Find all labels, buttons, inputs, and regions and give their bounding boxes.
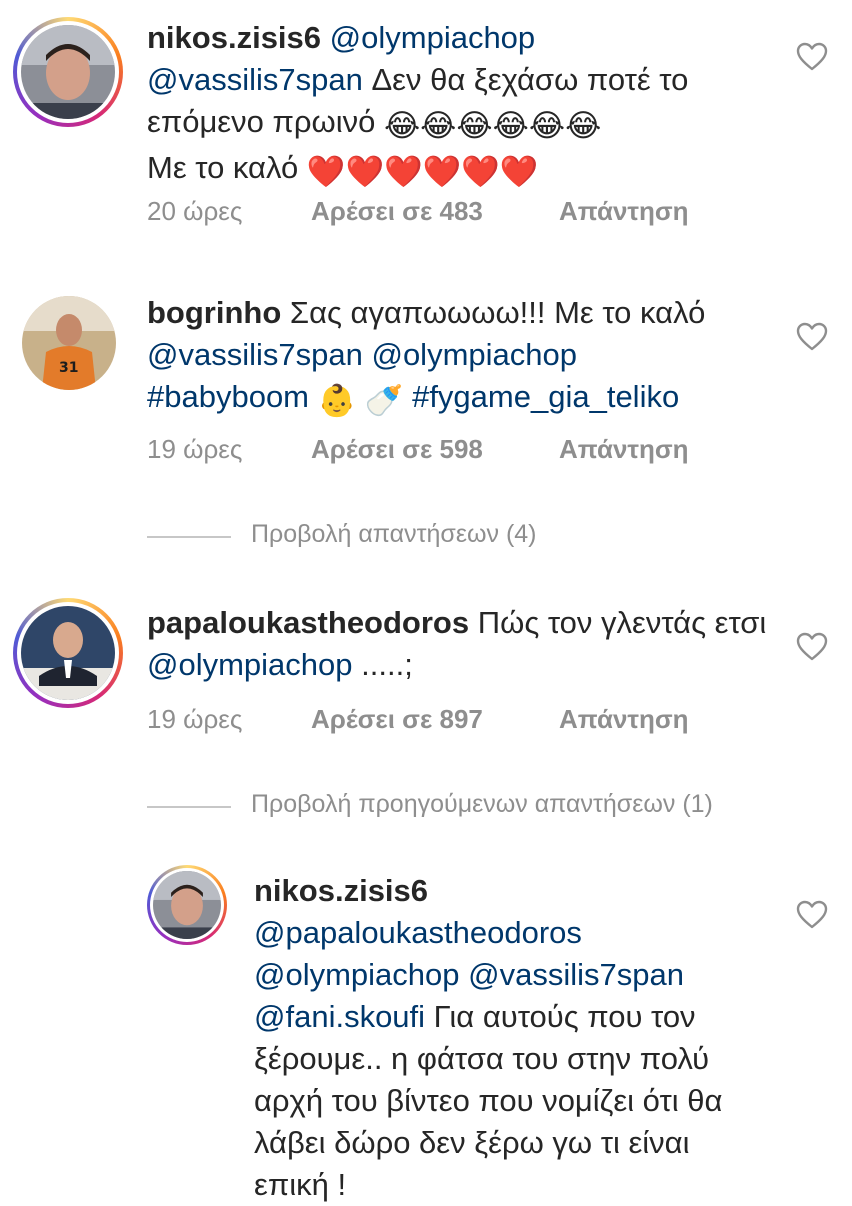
view-previous-replies-label: Προβολή προηγούμενων απαντήσεων (1)	[251, 790, 713, 818]
reply-button[interactable]: Απάντηση	[559, 196, 689, 227]
divider-line	[147, 806, 231, 808]
reply-text: nikos.zisis6 @papaloukastheodoros @olymp…	[254, 870, 754, 1206]
mention-link[interactable]: @olympiachop	[371, 337, 577, 372]
emoji-hearts: ❤️❤️❤️❤️❤️❤️	[306, 154, 539, 189]
mention-link[interactable]: @vassilis7span	[147, 62, 363, 97]
likes-count[interactable]: Αρέσει σε 897	[311, 704, 483, 735]
heart-outline-icon[interactable]	[796, 632, 828, 662]
hashtag-link[interactable]: #babyboom	[147, 379, 309, 414]
mention-link[interactable]: @papaloukastheodoros	[254, 915, 582, 950]
comment-text: papaloukastheodoros Πώς τον γλεντάς ετσι…	[147, 602, 767, 686]
emoji-baby-bottle: 👶 🍼	[317, 383, 404, 418]
avatar[interactable]	[13, 598, 123, 708]
comment-time: 20 ώρες	[147, 196, 243, 226]
comment-body: Πώς τον γλεντάς ετσι	[469, 605, 767, 640]
comment-username[interactable]: bogrinho	[147, 295, 281, 330]
profile-photo	[21, 25, 115, 119]
mention-link[interactable]: @vassilis7span	[468, 957, 684, 992]
mention-link[interactable]: @fani.skoufi	[254, 999, 425, 1034]
profile-photo	[21, 606, 115, 700]
avatar[interactable]: 31	[22, 296, 116, 390]
view-replies-label: Προβολή απαντήσεων (4)	[251, 520, 537, 548]
comment-body: .....;	[352, 647, 413, 682]
svg-text:31: 31	[59, 360, 78, 376]
reply-item: nikos.zisis6 @papaloukastheodoros @olymp…	[0, 860, 852, 1202]
comment-time: 19 ώρες	[147, 704, 243, 734]
heart-outline-icon[interactable]	[796, 322, 828, 352]
heart-outline-icon[interactable]	[796, 900, 828, 930]
mention-link[interactable]: @olympiachop	[254, 957, 460, 992]
comment-text: bogrinho Σας αγαπωωωω!!! Με το καλό @vas…	[147, 292, 767, 422]
comment-item: nikos.zisis6 @olympiachop @vassilis7span…	[0, 0, 852, 250]
comment-item: papaloukastheodoros Πώς τον γλεντάς ετσι…	[0, 590, 852, 830]
heart-outline-icon[interactable]	[796, 42, 828, 72]
likes-count[interactable]: Αρέσει σε 598	[311, 434, 483, 465]
comment-body: Σας αγαπωωωω!!! Με το καλό	[281, 295, 706, 330]
comment-username[interactable]: nikos.zisis6	[147, 20, 321, 55]
likes-count[interactable]: Αρέσει σε 483	[311, 196, 483, 227]
divider-line	[147, 536, 231, 538]
avatar[interactable]	[147, 865, 227, 945]
comment-username[interactable]: papaloukastheodoros	[147, 605, 469, 640]
hashtag-link[interactable]: #fygame_gia_teliko	[412, 379, 679, 414]
reply-username[interactable]: nikos.zisis6	[254, 873, 428, 908]
comment-text: nikos.zisis6 @olympiachop @vassilis7span…	[147, 17, 757, 193]
mention-link[interactable]: @vassilis7span	[147, 337, 363, 372]
comment-time: 19 ώρες	[147, 434, 243, 464]
profile-photo: 31	[22, 296, 116, 390]
avatar[interactable]	[13, 17, 123, 127]
emoji-laugh: 😂😂😂😂😂😂	[383, 108, 602, 143]
mention-link[interactable]: @olympiachop	[330, 20, 536, 55]
comment-item: 31 bogrinho Σας αγαπωωωω!!! Με το καλό @…	[0, 280, 852, 560]
reply-button[interactable]: Απάντηση	[559, 434, 689, 465]
profile-photo	[153, 871, 221, 939]
reply-button[interactable]: Απάντηση	[559, 704, 689, 735]
comment-body: Με το καλό	[147, 150, 307, 185]
mention-link[interactable]: @olympiachop	[147, 647, 353, 682]
